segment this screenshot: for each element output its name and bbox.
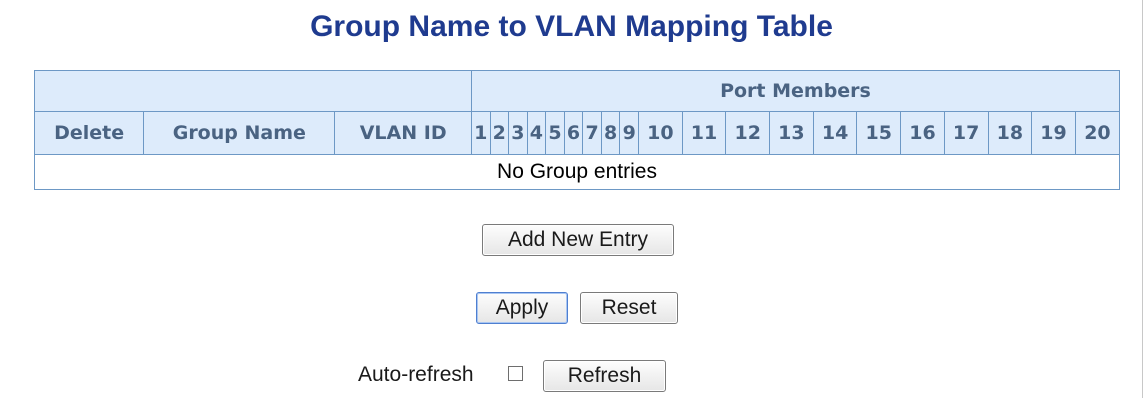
header-port-7: 7 [582,111,602,155]
header-port-17: 17 [943,111,989,155]
header-delete: Delete [33,111,145,155]
header-port-18: 18 [987,111,1033,155]
auto-refresh-checkbox[interactable] [508,366,523,381]
header-port-20: 20 [1074,111,1121,155]
header-port-19: 19 [1031,111,1076,155]
header-port-9: 9 [619,111,639,155]
header-spacer [34,70,472,112]
apply-button[interactable]: Apply [476,292,568,324]
reset-button[interactable]: Reset [580,292,678,324]
header-vlan-id: VLAN ID [334,111,472,155]
header-port-10: 10 [638,111,683,155]
header-port-11: 11 [681,111,727,155]
header-port-14: 14 [812,111,858,155]
group-vlan-table: Port Members Delete Group Name VLAN ID 1… [33,70,1121,190]
auto-refresh-label: Auto-refresh [358,363,474,386]
refresh-button[interactable]: Refresh [543,360,666,392]
header-port-8: 8 [600,111,621,155]
header-port-2: 2 [489,111,510,155]
table-header-group-row: Port Members [34,70,1121,112]
header-port-4: 4 [526,111,547,155]
header-port-6: 6 [563,111,584,155]
table-header-row: Delete Group Name VLAN ID 1 2 3 4 5 6 7 8 9 10 11 1… [33,111,1121,155]
header-port-1: 1 [470,111,491,155]
header-port-3: 3 [508,111,528,155]
empty-table-message: No Group entries [34,154,1120,190]
header-port-13: 13 [769,111,814,155]
page-title: Group Name to VLAN Mapping Table [310,10,833,43]
header-port-5: 5 [545,111,565,155]
header-port-16: 16 [900,111,945,155]
header-group-name: Group Name [143,111,336,155]
table-row: No Group entries [34,154,1120,190]
header-port-15: 15 [856,111,902,155]
header-port-members: Port Members [470,70,1121,112]
add-new-entry-button[interactable]: Add New Entry [482,224,674,256]
header-port-12: 12 [725,111,771,155]
